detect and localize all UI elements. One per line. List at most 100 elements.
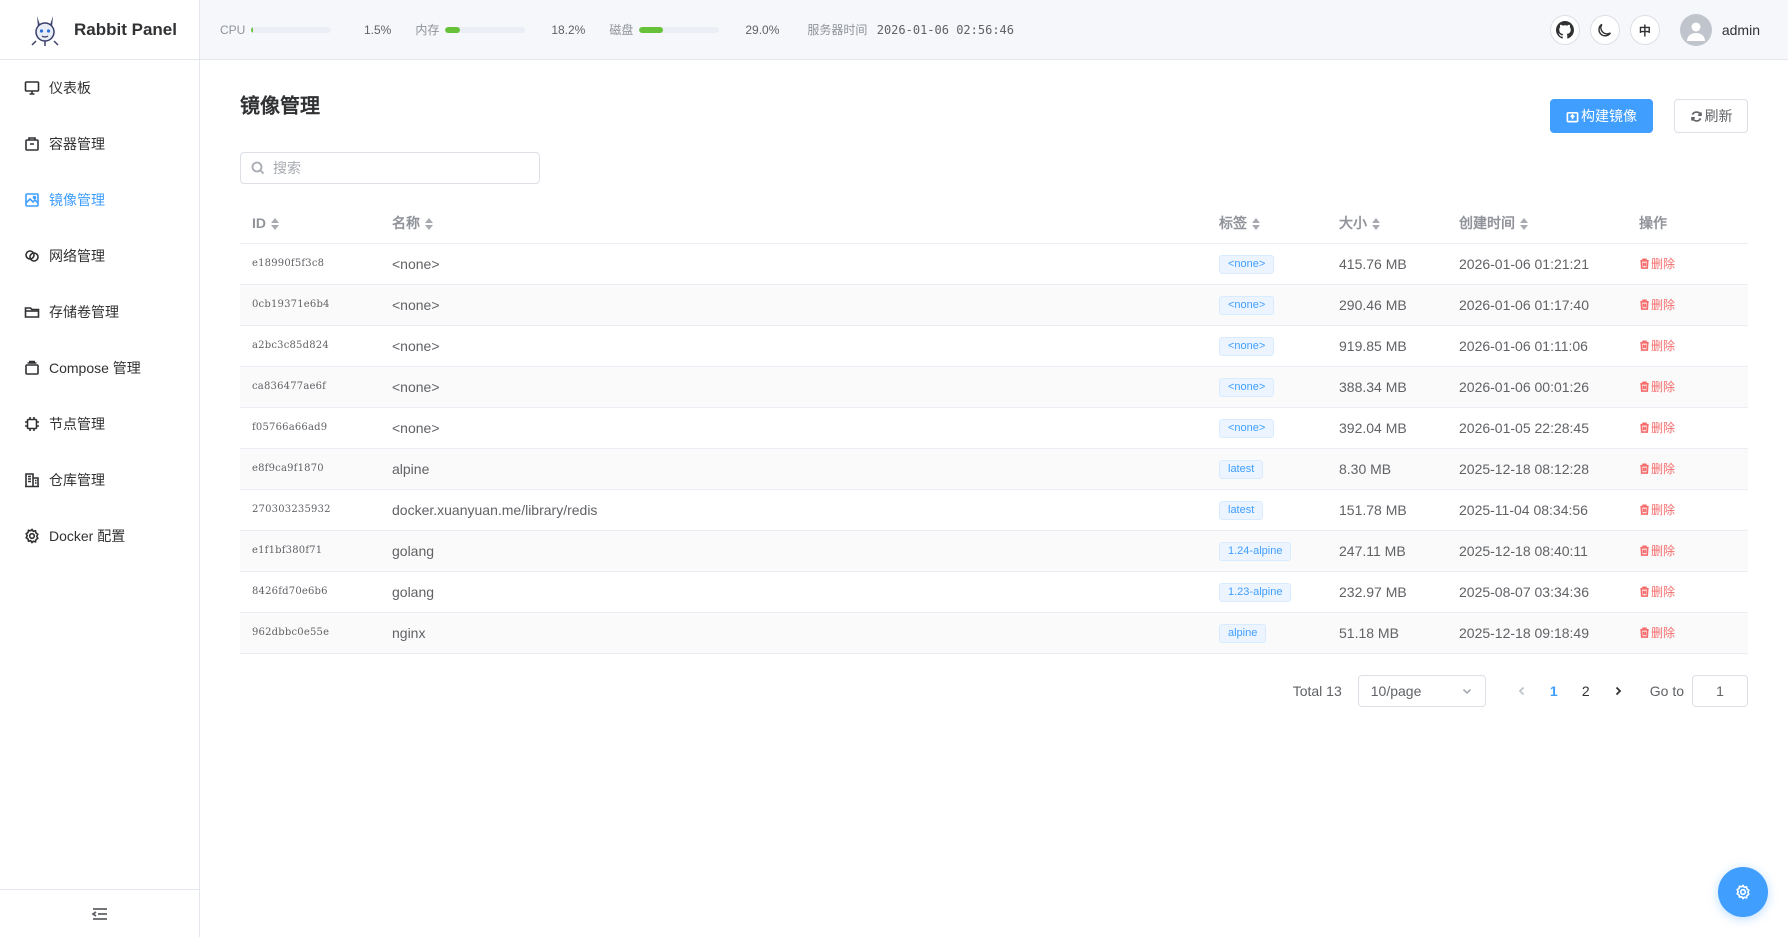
pagination-total: Total 13 [1292,683,1342,699]
stack-icon [23,359,41,377]
delete-label: 删除 [1651,421,1676,435]
delete-button[interactable]: 删除 [1639,296,1675,313]
delete-button[interactable]: 删除 [1639,542,1675,559]
image-name: nginx [380,612,1207,654]
tag-cell: <none> [1207,407,1327,449]
table-row[interactable]: e18990f5f3c8 <none> <none> 415.76 MB 202… [240,243,1748,285]
table-body: e18990f5f3c8 <none> <none> 415.76 MB 202… [240,243,1748,654]
trash-icon [1640,586,1649,597]
table-row[interactable]: e1f1bf380f71 golang 1.24-alpine 247.11 M… [240,530,1748,572]
trash-icon [1640,545,1649,556]
building-icon [23,471,41,489]
image-tag: latest [1219,459,1264,479]
sidebar-item-networks[interactable]: 网络管理 [0,228,199,284]
delete-button[interactable]: 删除 [1639,378,1675,395]
sidebar-item-label: Compose 管理 [49,360,141,376]
column-header-created[interactable]: 创建时间 [1447,203,1627,244]
sort-icon[interactable] [271,217,279,231]
search-box[interactable] [240,152,540,184]
sort-icon[interactable] [1252,217,1260,231]
delete-button[interactable]: 删除 [1639,460,1675,477]
next-page-button[interactable] [1602,675,1634,707]
username[interactable]: admin [1722,22,1760,38]
table-row[interactable]: 962dbbc0e55e nginx alpine 51.18 MB 2025-… [240,612,1748,654]
sidebar-item-label: 网络管理 [49,248,105,264]
trash-icon [1640,463,1649,474]
image-id: f05766a66ad9 [240,407,380,449]
table-row[interactable]: 0cb19371e6b4 <none> <none> 290.46 MB 202… [240,284,1748,326]
sidebar-item-registries[interactable]: 仓库管理 [0,452,199,508]
table-row[interactable]: e8f9ca9f1870 alpine latest 8.30 MB 2025-… [240,448,1748,490]
image-id: 8426fd70e6b6 [240,571,380,613]
gear-icon [23,527,41,545]
goto-page-input[interactable] [1692,675,1748,707]
image-size: 232.97 MB [1327,571,1447,613]
table-row[interactable]: 8426fd70e6b6 golang 1.23-alpine 232.97 M… [240,571,1748,613]
column-header-label: 标签 [1219,214,1247,231]
image-tag: 1.23-alpine [1219,582,1292,602]
delete-button[interactable]: 删除 [1639,419,1675,436]
sort-icon[interactable] [425,217,433,231]
delete-button[interactable]: 删除 [1639,583,1675,600]
delete-button[interactable]: 删除 [1639,255,1675,272]
sidebar-item-dashboard[interactable]: 仪表板 [0,60,199,116]
table-row[interactable]: f05766a66ad9 <none> <none> 392.04 MB 202… [240,407,1748,449]
sidebar-item-label: 镜像管理 [49,192,105,208]
gear-icon [1736,884,1750,900]
trash-icon [1640,422,1649,433]
theme-toggle-button[interactable] [1589,15,1620,45]
column-header-name[interactable]: 名称 [380,203,1207,244]
chevron-right-icon [1615,686,1622,696]
page-size-select[interactable]: 10/page [1357,675,1486,707]
avatar[interactable] [1679,14,1712,46]
image-size: 290.46 MB [1327,284,1447,326]
build-image-button[interactable]: 构建镜像 [1550,99,1653,133]
monitor-icon [23,79,41,97]
language-button[interactable]: 中 [1629,15,1660,45]
table-row[interactable]: a2bc3c85d824 <none> <none> 919.85 MB 202… [240,325,1748,367]
goto-page: Go to [1650,675,1748,707]
sidebar-item-volumes[interactable]: 存储卷管理 [0,284,199,340]
sidebar-item-docker-config[interactable]: Docker 配置 [0,508,199,564]
memory-progress-fill [445,26,460,33]
sidebar-item-compose[interactable]: Compose 管理 [0,340,199,396]
column-header-actions: 操作 [1627,203,1748,244]
image-created: 2025-12-18 09:18:49 [1447,612,1627,654]
delete-button[interactable]: 删除 [1639,337,1675,354]
column-header-tag[interactable]: 标签 [1207,203,1327,244]
page-2-button[interactable]: 2 [1570,675,1602,707]
brand[interactable]: Rabbit Panel [0,0,199,60]
column-header-id[interactable]: ID [240,203,380,244]
table-row[interactable]: ca836477ae6f <none> <none> 388.34 MB 202… [240,366,1748,408]
image-tag: latest [1219,500,1264,520]
tag-cell: latest [1207,489,1327,531]
image-tag: 1.24-alpine [1219,541,1292,561]
image-name: alpine [380,448,1207,490]
sort-icon[interactable] [1372,217,1380,231]
sidebar-item-containers[interactable]: 容器管理 [0,116,199,172]
image-created: 2025-08-07 03:34:36 [1447,571,1627,613]
delete-button[interactable]: 删除 [1639,501,1675,518]
page-1-button[interactable]: 1 [1538,675,1570,707]
table-row[interactable]: 270303235932 docker.xuanyuan.me/library/… [240,489,1748,531]
settings-fab-button[interactable] [1718,867,1768,917]
delete-button[interactable]: 删除 [1639,624,1675,641]
disk-value: 29.0% [745,22,780,37]
sort-icon[interactable] [1520,217,1528,231]
sidebar-item-images[interactable]: 镜像管理 [0,172,199,228]
image-created: 2026-01-06 01:21:21 [1447,243,1627,285]
disk-progress-fill [639,26,663,33]
image-name: <none> [380,284,1207,326]
prev-page-button[interactable] [1506,675,1538,707]
delete-label: 删除 [1651,380,1676,394]
image-size: 919.85 MB [1327,325,1447,367]
column-header-size[interactable]: 大小 [1327,203,1447,244]
search-input[interactable] [273,160,513,176]
sidebar-collapse-button[interactable] [0,889,200,937]
github-button[interactable] [1549,15,1580,45]
refresh-button[interactable]: 刷新 [1674,99,1748,133]
sidebar-item-nodes[interactable]: 节点管理 [0,396,199,452]
image-name: <none> [380,325,1207,367]
sidebar-item-label: 存储卷管理 [49,304,119,320]
image-size: 388.34 MB [1327,366,1447,408]
